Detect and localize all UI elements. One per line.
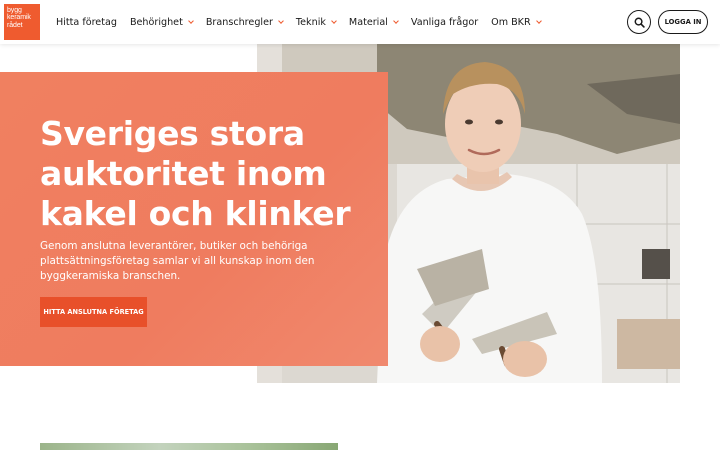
chevron-down-icon [535,17,542,24]
nav-item-label: Branschregler [205,16,273,28]
chevron-down-icon [393,17,399,24]
site-header: bygg keramik rådet Hitta företag Behörig… [0,0,720,44]
nav-item-label: Vanliga frågor [410,16,479,28]
nav-item-teknik[interactable]: Teknik [295,16,337,28]
nav-item-om-bkr[interactable]: Om BKR [491,16,542,28]
next-section-image [40,443,338,450]
logo-line-2: keramik [7,14,31,22]
nav-item-label: Hitta företag [56,16,117,28]
search-icon [634,17,645,28]
nav-item-branschregler[interactable]: Branschregler [205,16,284,28]
hero-title: Sveriges stora auktoritet inom kakel och… [40,114,351,233]
nav-item-material[interactable]: Material [348,16,399,28]
nav-item-label: Teknik [295,16,326,28]
nav-item-behorighet[interactable]: Behörighet [129,16,194,28]
nav-item-label: Material [348,16,388,28]
search-button[interactable] [627,10,651,34]
nav-item-vanliga-fragor[interactable]: Vanliga frågor [411,17,478,28]
main-nav: Hitta företag Behörighet Branschregler T… [56,0,554,44]
nav-item-hitta-foretag[interactable]: Hitta företag [56,17,117,28]
find-companies-button[interactable]: HITTA ANSLUTNA FÖRETAG [40,297,147,327]
hero-card: Sveriges stora auktoritet inom kakel och… [0,72,388,366]
nav-item-label: Behörighet [129,16,183,28]
hero-subtitle: Genom anslutna leverantörer, butiker och… [40,240,315,282]
chevron-down-icon [278,17,284,24]
logo-line-1: bygg [7,7,22,14]
chevron-down-icon [188,17,194,24]
login-button[interactable]: LOGGA IN [658,10,708,34]
bygg-keramik-radet-logo[interactable]: bygg keramik rådet [4,4,40,40]
logo-line-3: rådet [7,21,23,29]
chevron-down-icon [331,17,337,24]
nav-item-label: Om BKR [491,16,531,28]
